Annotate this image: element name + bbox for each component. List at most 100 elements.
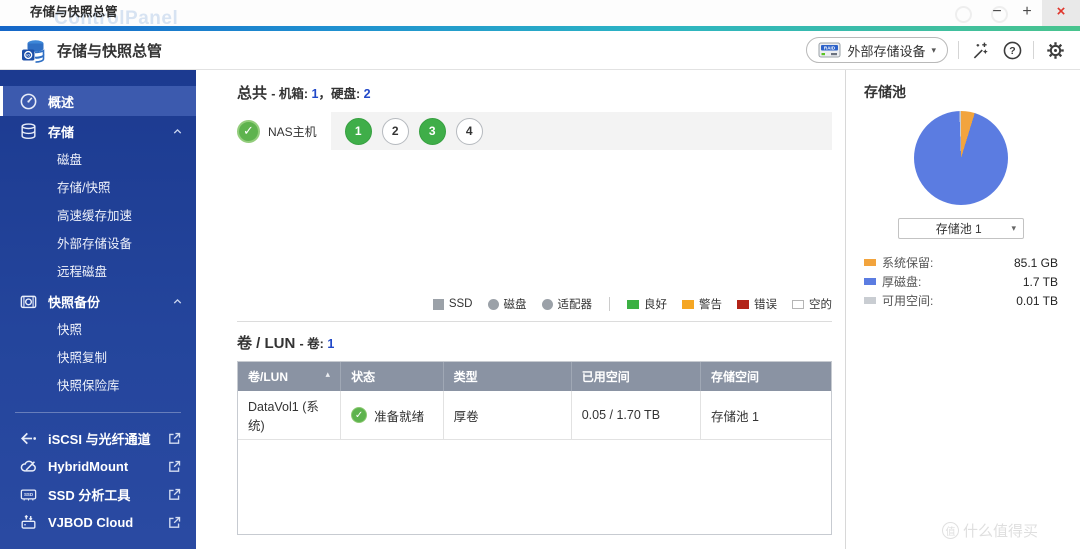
- selected-pool-label: 存储池 1: [906, 220, 1011, 237]
- divider: [1033, 41, 1034, 59]
- volume-count-label: - 卷:: [300, 337, 324, 351]
- target-arrow-icon: [19, 429, 38, 448]
- sidebar-item-label: SSD 分析工具: [48, 485, 167, 504]
- external-link-icon: [167, 459, 182, 474]
- disk-slot-strip: 1 2 3 4: [331, 112, 832, 150]
- sidebar-item-cache-acceleration[interactable]: 高速缓存加速: [0, 202, 196, 230]
- sidebar-item-hybridmount[interactable]: HybridMount: [0, 452, 196, 480]
- legend-separator: [609, 297, 610, 311]
- status-swatch-empty: [792, 300, 804, 309]
- page-title: 存储与快照总管: [57, 40, 162, 61]
- volumes-title: 卷 / LUN: [237, 335, 295, 352]
- cell-used-space: 0.05 / 1.70 TB: [571, 391, 700, 440]
- column-header-status[interactable]: 状态: [341, 362, 444, 391]
- volumes-heading: 卷 / LUN - 卷: 1: [237, 332, 832, 353]
- disk-slot-3[interactable]: 3: [419, 118, 446, 145]
- column-header-used-space[interactable]: 已用空间: [571, 362, 700, 391]
- header-actions: RAID 外部存储设备 ▾: [806, 37, 1066, 63]
- maximize-button[interactable]: +: [1012, 0, 1042, 26]
- svg-text:RAID: RAID: [824, 46, 836, 51]
- circle-swatch: [542, 299, 553, 310]
- sidebar-item-remote-disk[interactable]: 远程磁盘: [0, 258, 196, 286]
- status-swatch-error: [737, 300, 749, 309]
- sort-asc-icon: ▴: [326, 369, 331, 380]
- check-circle-icon: ✓: [351, 407, 367, 423]
- pool-legend: 系统保留: 85.1 GB 厚磁盘: 1.7 TB 可用空间: 0.01 TB: [864, 253, 1058, 310]
- smzdm-watermark: 值 什么值得买: [942, 520, 1038, 541]
- gear-icon[interactable]: [1044, 39, 1066, 61]
- legend-warning: 警告: [682, 296, 722, 312]
- caret-down-icon: ▾: [931, 45, 936, 56]
- status-swatch-good: [627, 300, 639, 309]
- sidebar-item-snapshot-backup[interactable]: 快照备份: [0, 286, 196, 316]
- pool-legend-row-system-reserved: 系统保留: 85.1 GB: [864, 253, 1058, 272]
- sidebar-item-disks[interactable]: 磁盘: [0, 146, 196, 174]
- sidebar-item-storage-snapshots[interactable]: 存储/快照: [0, 174, 196, 202]
- cell-storage-pool: 存储池 1: [701, 391, 832, 440]
- window-controls: − + ×: [982, 0, 1080, 26]
- sidebar-item-snapshot-vault[interactable]: 快照保险库: [0, 372, 196, 400]
- camera-icon: [19, 292, 38, 311]
- nas-host-row[interactable]: ✓ NAS主机 1 2 3 4: [237, 112, 832, 150]
- pool-legend-row-free-space: 可用空间: 0.01 TB: [864, 291, 1058, 310]
- sidebar-item-external-storage[interactable]: 外部存储设备: [0, 230, 196, 258]
- magic-wand-icon[interactable]: [969, 39, 991, 61]
- nas-host-label: NAS主机: [268, 123, 317, 140]
- cell-volume-name: DataVol1 (系统): [238, 391, 341, 440]
- disk-label: ，硬盘:: [318, 87, 360, 101]
- chevron-up-icon: [171, 125, 184, 138]
- volumes-section: 卷 / LUN - 卷: 1 ▴: [196, 322, 845, 549]
- sidebar-divider: [15, 412, 181, 413]
- table-row-datavol1[interactable]: DataVol1 (系统) ✓ 准备就绪 厚卷 0.05 / 1.70 TB 存: [238, 391, 831, 440]
- column-header-storage-space[interactable]: 存储空间: [701, 362, 832, 391]
- cell-status: ✓ 准备就绪: [341, 391, 444, 440]
- legend-adapter: 适配器: [542, 296, 593, 312]
- svg-text:IO: IO: [26, 53, 30, 57]
- disk-slot-4[interactable]: 4: [456, 118, 483, 145]
- sidebar-item-overview[interactable]: 概述: [0, 86, 196, 116]
- close-button[interactable]: ×: [1042, 0, 1080, 26]
- overview-section: 总共 - 机箱: 1，硬盘: 2 ✓ NAS主机 1 2 3 4: [196, 70, 845, 321]
- disk-stack-icon: [19, 122, 38, 141]
- external-link-icon: [167, 431, 182, 446]
- table-header-row: ▴ 卷/LUN 状态 类型 已用空间 存储空间: [238, 362, 831, 391]
- sidebar-item-snapshot-replica[interactable]: 快照复制: [0, 344, 196, 372]
- legend-ssd: SSD: [433, 298, 473, 310]
- column-header-type[interactable]: 类型: [443, 362, 571, 391]
- total-label: 总共: [237, 85, 267, 102]
- cell-type: 厚卷: [443, 391, 571, 440]
- sidebar-item-vjbod-cloud[interactable]: VJBOD Cloud: [0, 508, 196, 536]
- external-device-button-label: 外部存储设备: [847, 41, 925, 60]
- swatch-thick-volume: [864, 278, 876, 285]
- check-circle-icon: ✓: [237, 120, 260, 143]
- cloud-icon: [19, 457, 38, 476]
- ssd-icon: SSD: [19, 485, 38, 504]
- sidebar: 概述 存储 磁盘 存储/快照 高速缓存加速 外部存储设备 远程磁盘: [0, 70, 196, 549]
- window-title: 存储与快照总管: [30, 0, 118, 25]
- svg-text:SSD: SSD: [24, 492, 33, 497]
- chevron-up-icon: [171, 295, 184, 308]
- disk-slot-1[interactable]: 1: [345, 118, 372, 145]
- background-ghost-icon: [955, 6, 972, 23]
- pool-selector-dropdown[interactable]: 存储池 1 ▾: [898, 218, 1024, 239]
- square-swatch: [433, 299, 444, 310]
- circle-swatch: [488, 299, 499, 310]
- external-storage-device-button[interactable]: RAID 外部存储设备 ▾: [806, 37, 948, 63]
- volume-count: 1: [327, 337, 334, 351]
- minimize-button[interactable]: −: [982, 0, 1012, 26]
- sidebar-item-label: 概述: [48, 92, 184, 111]
- help-icon[interactable]: ?: [1001, 39, 1023, 61]
- pool-panel-title: 存储池: [864, 82, 1058, 102]
- swatch-system-reserved: [864, 259, 876, 266]
- external-link-icon: [167, 487, 182, 502]
- sidebar-item-ssd-profiling[interactable]: SSD SSD 分析工具: [0, 480, 196, 508]
- sidebar-item-snapshots[interactable]: 快照: [0, 316, 196, 344]
- storage-snapshots-app-icon: IO: [20, 37, 47, 64]
- titlebar: ControlPanel 存储与快照总管 − + ×: [0, 0, 1080, 26]
- caret-down-icon: ▾: [1011, 223, 1016, 234]
- column-header-volume-lun[interactable]: ▴ 卷/LUN: [238, 362, 341, 391]
- sidebar-item-iscsi-fc[interactable]: iSCSI 与光纤通道: [0, 424, 196, 452]
- sidebar-item-storage[interactable]: 存储: [0, 116, 196, 146]
- disk-slot-2[interactable]: 2: [382, 118, 409, 145]
- watermark-text: 什么值得买: [963, 520, 1038, 541]
